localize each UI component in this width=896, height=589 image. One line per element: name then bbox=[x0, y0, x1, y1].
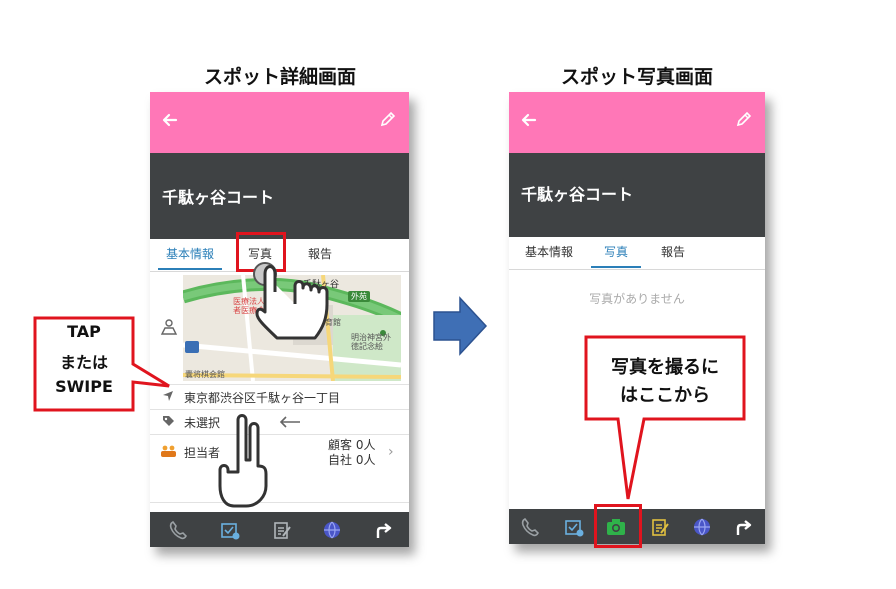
map-label-meiji: 明治神宮外 徳記念絵 bbox=[351, 333, 391, 351]
pencil-icon[interactable] bbox=[735, 110, 755, 130]
camera-callout-line2: はここから bbox=[620, 385, 710, 406]
chevron-right-icon: › bbox=[388, 444, 394, 460]
swipe-hand-icon bbox=[216, 410, 302, 510]
camera-callout: 写真を撮るに はここから bbox=[584, 335, 754, 501]
person-label: 担当者 bbox=[184, 446, 221, 460]
left-screen-caption: スポット詳細画面 bbox=[203, 66, 356, 88]
tag-text: 未選択 bbox=[184, 416, 221, 430]
share-arrow-icon[interactable] bbox=[373, 519, 395, 541]
back-arrow-icon[interactable] bbox=[519, 110, 541, 132]
globe-icon[interactable] bbox=[691, 516, 713, 538]
note-edit-icon[interactable] bbox=[649, 516, 671, 538]
back-arrow-icon[interactable] bbox=[160, 110, 182, 132]
tab-basic-info[interactable]: 基本情報 bbox=[517, 237, 581, 268]
share-arrow-icon[interactable] bbox=[733, 516, 755, 538]
phone-icon[interactable] bbox=[519, 516, 541, 538]
people-icon bbox=[161, 445, 176, 460]
address-text: 東京都渋谷区千駄ヶ谷一丁目 bbox=[184, 391, 341, 405]
map-label-gaien: 外苑 bbox=[351, 292, 367, 301]
or-text: または bbox=[59, 353, 108, 372]
map-label-shogi: 囊将棋会館 bbox=[185, 370, 225, 379]
transition-arrow-icon bbox=[432, 296, 488, 356]
calendar-check-icon[interactable] bbox=[563, 516, 585, 538]
globe-icon[interactable] bbox=[321, 519, 343, 541]
pencil-icon[interactable] bbox=[379, 110, 399, 130]
app-bar bbox=[150, 92, 409, 153]
phone-icon[interactable] bbox=[167, 519, 189, 541]
spot-title-bar: 千駄ヶ谷コート bbox=[509, 153, 765, 237]
tap-hand-icon bbox=[253, 252, 335, 344]
tab-bar: 基本情報 写真 報告 bbox=[509, 237, 765, 270]
spot-title: 千駄ヶ谷コート bbox=[521, 185, 634, 204]
tap-swipe-callout: TAP または SWIPE bbox=[33, 316, 173, 412]
note-edit-icon[interactable] bbox=[271, 519, 293, 541]
camera-button-highlight bbox=[594, 504, 642, 548]
own-count: 自社 0人 bbox=[328, 453, 376, 467]
calendar-check-icon[interactable] bbox=[219, 519, 241, 541]
tab-photos[interactable]: 写真 bbox=[591, 237, 641, 268]
app-bar bbox=[509, 92, 765, 153]
spot-title-bar: 千駄ヶ谷コート bbox=[150, 153, 409, 239]
address-row[interactable]: 東京都渋谷区千駄ヶ谷一丁目 bbox=[150, 384, 409, 409]
swipe-text: SWIPE bbox=[55, 377, 113, 396]
bottom-toolbar bbox=[150, 512, 409, 547]
spot-title: 千駄ヶ谷コート bbox=[162, 188, 275, 207]
spot-detail-screen: 千駄ヶ谷コート 基本情報 写真 報告 千駄ヶ谷 外苑 医療法人財団 者医療会 体… bbox=[150, 92, 409, 547]
tap-text: TAP bbox=[67, 322, 101, 341]
camera-callout-line1: 写真を撮るに bbox=[611, 357, 719, 378]
tab-reports[interactable]: 報告 bbox=[651, 237, 695, 268]
tab-basic-info[interactable]: 基本情報 bbox=[158, 239, 222, 270]
empty-photos-message: 写真がありません bbox=[589, 292, 685, 306]
right-screen-caption: スポット写真画面 bbox=[560, 66, 713, 88]
tag-icon bbox=[162, 415, 175, 431]
